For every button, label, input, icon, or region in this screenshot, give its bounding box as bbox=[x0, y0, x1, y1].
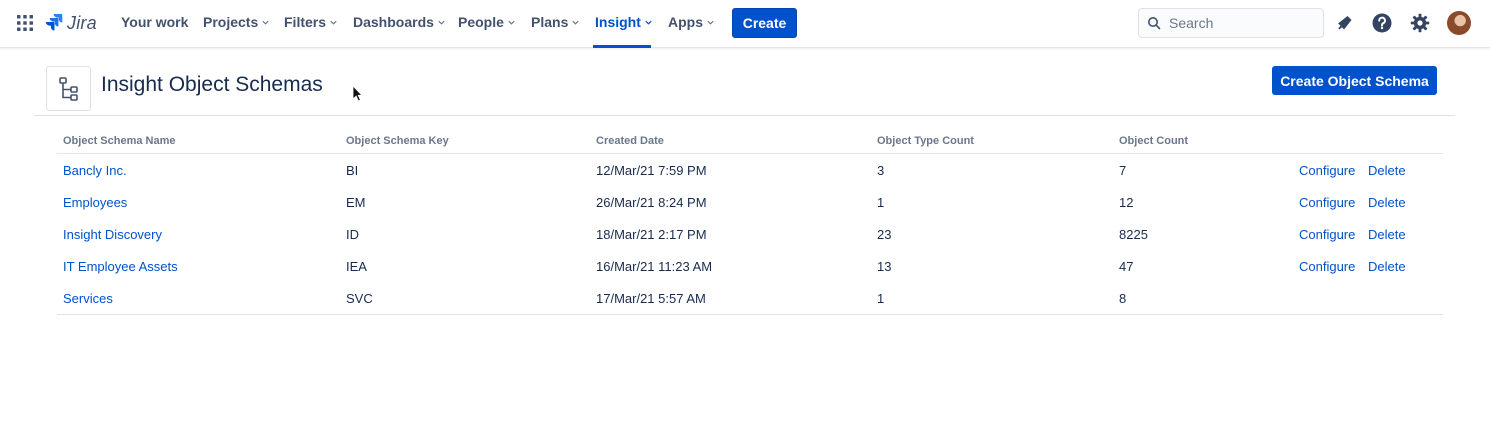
search-input[interactable] bbox=[1169, 15, 1319, 31]
schema-name-link[interactable]: Services bbox=[63, 291, 113, 306]
nav-plans[interactable]: Plans bbox=[531, 14, 580, 30]
created-date: 18/Mar/21 2:17 PM bbox=[596, 227, 707, 242]
object-count: 12 bbox=[1119, 195, 1134, 210]
object-count: 7 bbox=[1119, 163, 1127, 178]
table-row: Insight Discovery ID 18/Mar/21 2:17 PM 2… bbox=[57, 218, 1443, 250]
search-box[interactable] bbox=[1138, 8, 1324, 38]
chevron-down-icon bbox=[572, 20, 579, 25]
schema-name-link[interactable]: IT Employee Assets bbox=[63, 259, 178, 274]
schema-tree-icon bbox=[58, 76, 78, 101]
help-icon[interactable] bbox=[1371, 12, 1393, 34]
schema-name-link[interactable]: Bancly Inc. bbox=[63, 163, 127, 178]
settings-icon[interactable] bbox=[1409, 12, 1431, 34]
column-header-key[interactable]: Object Schema Key bbox=[346, 135, 449, 147]
nav-apps[interactable]: Apps bbox=[668, 14, 715, 30]
chevron-down-icon bbox=[707, 20, 714, 25]
search-icon bbox=[1148, 17, 1161, 30]
nav-apps-label: Apps bbox=[668, 14, 703, 30]
nav-projects-label: Projects bbox=[203, 14, 259, 30]
schema-tree-icon-box bbox=[46, 66, 91, 111]
created-date: 17/Mar/21 5:57 AM bbox=[596, 291, 706, 306]
avatar[interactable] bbox=[1447, 11, 1471, 35]
chevron-down-icon bbox=[330, 20, 337, 25]
nav-filters[interactable]: Filters bbox=[284, 14, 338, 30]
delete-link[interactable]: Delete bbox=[1368, 259, 1406, 274]
nav-insight[interactable]: Insight bbox=[595, 14, 653, 30]
object-type-count: 1 bbox=[877, 291, 885, 306]
nav-your-work[interactable]: Your work bbox=[121, 14, 188, 30]
object-count: 8225 bbox=[1119, 227, 1148, 242]
table-bottom-divider bbox=[57, 314, 1443, 315]
column-header-object-count[interactable]: Object Count bbox=[1119, 135, 1188, 147]
jira-logo-icon bbox=[45, 14, 63, 31]
delete-link[interactable]: Delete bbox=[1368, 163, 1406, 178]
nav-insight-label: Insight bbox=[595, 14, 641, 30]
nav-your-work-label: Your work bbox=[121, 14, 189, 30]
schema-key: SVC bbox=[346, 291, 373, 306]
active-nav-indicator bbox=[593, 45, 651, 48]
nav-projects[interactable]: Projects bbox=[203, 14, 270, 30]
nav-filters-label: Filters bbox=[284, 14, 327, 30]
app-switcher-icon[interactable] bbox=[16, 14, 34, 32]
object-type-count: 1 bbox=[877, 195, 885, 210]
configure-link[interactable]: Configure bbox=[1299, 195, 1355, 210]
configure-link[interactable]: Configure bbox=[1299, 227, 1355, 242]
configure-link[interactable]: Configure bbox=[1299, 163, 1355, 178]
chevron-down-icon bbox=[508, 20, 515, 25]
table-row: IT Employee Assets IEA 16/Mar/21 11:23 A… bbox=[57, 250, 1443, 282]
chevron-down-icon bbox=[438, 20, 445, 25]
notifications-icon[interactable] bbox=[1334, 12, 1356, 34]
nav-plans-label: Plans bbox=[531, 14, 569, 30]
schema-key: BI bbox=[346, 163, 359, 178]
nav-dashboards[interactable]: Dashboards bbox=[353, 14, 446, 30]
created-date: 26/Mar/21 8:24 PM bbox=[596, 195, 707, 210]
column-header-name[interactable]: Object Schema Name bbox=[63, 135, 176, 147]
schema-name-link[interactable]: Insight Discovery bbox=[63, 227, 162, 242]
object-type-count: 23 bbox=[877, 227, 892, 242]
top-navigation: Jira Your work Projects Filters Dashboar… bbox=[0, 0, 1490, 48]
object-count: 47 bbox=[1119, 259, 1134, 274]
table-row: Employees EM 26/Mar/21 8:24 PM 1 12 Conf… bbox=[57, 186, 1443, 218]
jira-logo-text: Jira bbox=[67, 12, 97, 33]
schema-name-link[interactable]: Employees bbox=[63, 195, 127, 210]
jira-logo[interactable]: Jira bbox=[45, 12, 97, 34]
configure-link[interactable]: Configure bbox=[1299, 259, 1355, 274]
nav-dashboards-label: Dashboards bbox=[353, 14, 434, 30]
table-row: Services SVC 17/Mar/21 5:57 AM 1 8 bbox=[57, 282, 1443, 314]
delete-link[interactable]: Delete bbox=[1368, 195, 1406, 210]
column-header-created-date[interactable]: Created Date bbox=[596, 135, 664, 147]
delete-link[interactable]: Delete bbox=[1368, 227, 1406, 242]
header-divider bbox=[34, 115, 1455, 116]
mouse-cursor-icon bbox=[352, 85, 363, 102]
schema-key: ID bbox=[346, 227, 359, 242]
object-count: 8 bbox=[1119, 291, 1127, 306]
schema-key: EM bbox=[346, 195, 366, 210]
created-date: 12/Mar/21 7:59 PM bbox=[596, 163, 707, 178]
create-button[interactable]: Create bbox=[732, 8, 797, 38]
object-type-count: 3 bbox=[877, 163, 885, 178]
chevron-down-icon bbox=[262, 20, 269, 25]
create-object-schema-button[interactable]: Create Object Schema bbox=[1272, 66, 1437, 95]
nav-people-label: People bbox=[458, 14, 504, 30]
table-row: Bancly Inc. BI 12/Mar/21 7:59 PM 3 7 Con… bbox=[57, 154, 1443, 186]
schema-key: IEA bbox=[346, 259, 367, 274]
object-type-count: 13 bbox=[877, 259, 892, 274]
page-title: Insight Object Schemas bbox=[101, 73, 323, 96]
column-header-object-type-count[interactable]: Object Type Count bbox=[877, 135, 974, 147]
created-date: 16/Mar/21 11:23 AM bbox=[596, 259, 713, 274]
chevron-down-icon bbox=[645, 20, 652, 25]
nav-people[interactable]: People bbox=[458, 14, 516, 30]
